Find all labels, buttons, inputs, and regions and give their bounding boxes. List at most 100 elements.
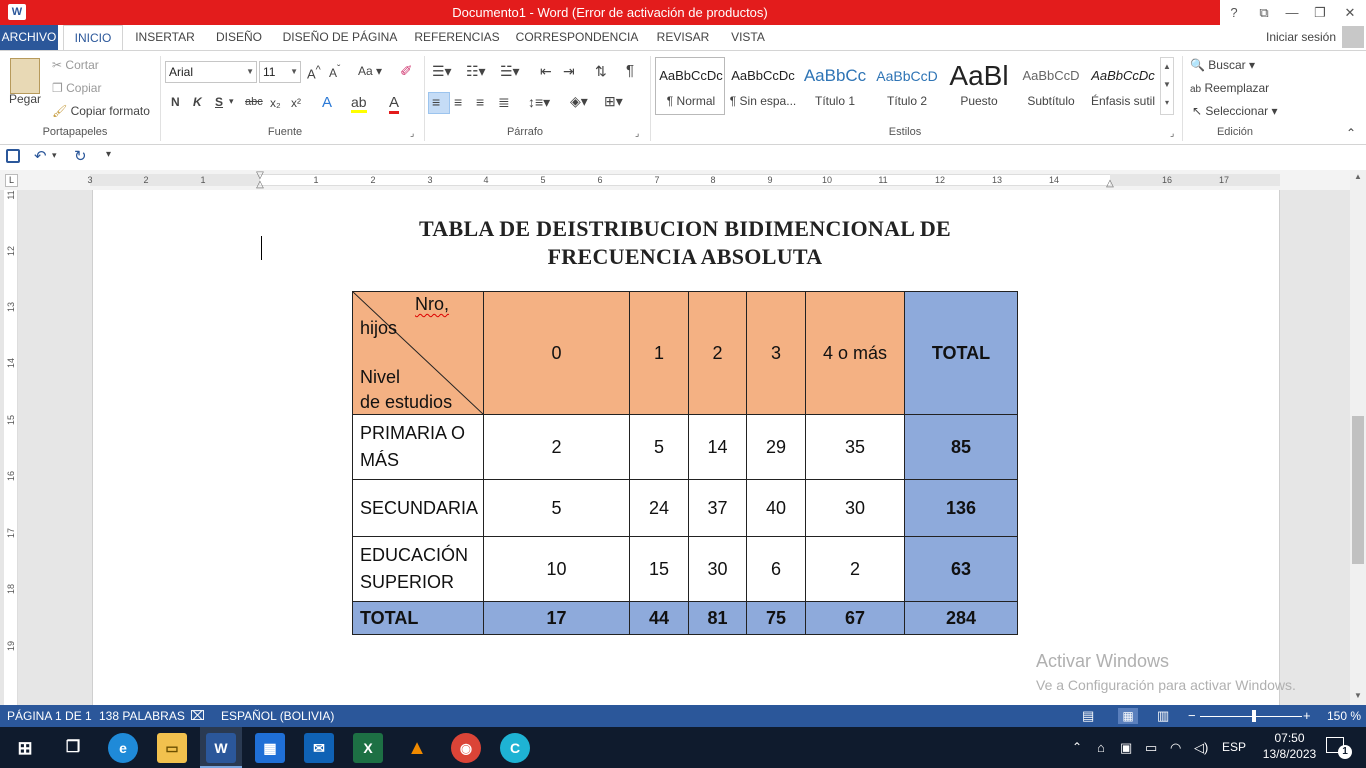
user-avatar-icon[interactable] <box>1342 26 1364 48</box>
task-view-icon[interactable]: ❐ <box>58 733 88 763</box>
total-cell[interactable]: 75 <box>746 601 806 635</box>
style-enfasis-sutil[interactable]: AaBbCcDc Énfasis sutil <box>1087 58 1159 114</box>
select-button[interactable]: ↖ Seleccionar ▾ <box>1192 104 1277 118</box>
grow-font-icon[interactable]: A^ <box>307 64 321 81</box>
tab-diseno-pagina[interactable]: DISEÑO DE PÁGINA <box>280 25 400 50</box>
close-button[interactable]: ✕ <box>1336 0 1364 25</box>
zoom-slider[interactable] <box>1200 716 1302 717</box>
style-subtitulo[interactable]: AaBbCcD Subtítulo <box>1015 58 1087 114</box>
text-effects-icon[interactable]: A <box>322 94 332 111</box>
table-cell[interactable]: 10 <box>483 536 630 602</box>
header-total-cell[interactable]: TOTAL <box>904 291 1018 415</box>
dialog-launcher-icon[interactable]: ⌟ <box>410 128 414 139</box>
file-explorer-icon[interactable]: ▭ <box>157 733 187 763</box>
grand-total-cell[interactable]: 284 <box>904 601 1018 635</box>
tray-device-icon[interactable]: ⌂ <box>1097 727 1105 768</box>
vlc-icon[interactable]: ▲ <box>402 733 432 763</box>
style-puesto[interactable]: AaBl Puesto <box>943 58 1015 114</box>
scroll-down-icon[interactable]: ▼ <box>1350 691 1366 703</box>
input-language[interactable]: ESP <box>1222 727 1246 768</box>
word-count[interactable]: 138 PALABRAS <box>99 705 185 727</box>
scrollbar-thumb[interactable] <box>1352 416 1364 564</box>
save-icon[interactable] <box>6 149 20 163</box>
help-button[interactable]: ? <box>1220 0 1248 25</box>
tab-insertar[interactable]: INSERTAR <box>130 25 200 50</box>
read-mode-icon[interactable]: ▤ <box>1082 705 1094 727</box>
header-cell[interactable]: 2 <box>688 291 747 415</box>
collapse-ribbon-icon[interactable]: ⌃ <box>1346 126 1356 140</box>
zoom-slider-thumb[interactable] <box>1252 710 1256 722</box>
frequency-table[interactable]: Nro, hijos Nivel de estudios 0 1 2 3 4 o… <box>352 291 1018 635</box>
header-cell[interactable]: 0 <box>483 291 630 415</box>
row-label-cell[interactable]: PRIMARIA O MÁS <box>352 414 484 480</box>
header-cell[interactable]: 4 o más <box>805 291 905 415</box>
borders-icon[interactable]: ⊞▾ <box>604 93 623 110</box>
tray-app-icon[interactable]: ▣ <box>1120 727 1132 768</box>
undo-icon[interactable]: ↶ <box>34 147 47 165</box>
total-row-label[interactable]: TOTAL <box>352 601 484 635</box>
row-total-cell[interactable]: 63 <box>904 536 1018 602</box>
style-titulo-1[interactable]: AaBbCc Título 1 <box>799 58 871 114</box>
paste-button[interactable]: Pegar <box>9 92 41 106</box>
change-case-icon[interactable]: Aa ▾ <box>358 64 382 78</box>
table-cell[interactable]: 35 <box>805 414 905 480</box>
bold-button[interactable]: N <box>171 95 180 109</box>
table-cell[interactable]: 29 <box>746 414 806 480</box>
decrease-indent-icon[interactable]: ⇤ <box>540 63 552 80</box>
shrink-font-icon[interactable]: Aˇ <box>329 64 340 80</box>
vertical-ruler[interactable] <box>4 190 18 705</box>
scroll-up-icon[interactable]: ▲ <box>1350 172 1366 184</box>
style-normal[interactable]: AaBbCcDc ¶ Normal <box>655 58 727 114</box>
zoom-in-icon[interactable]: + <box>1303 705 1311 727</box>
table-cell[interactable]: 2 <box>805 536 905 602</box>
tab-correspondencia[interactable]: CORRESPONDENCIA <box>513 25 641 50</box>
windows-start-icon[interactable]: ⊞ <box>10 733 40 763</box>
horizontal-ruler[interactable] <box>90 174 1280 186</box>
strikethrough-button[interactable]: abc <box>245 96 263 108</box>
row-label-cell[interactable]: EDUCACIÓN SUPERIOR <box>352 536 484 602</box>
numbering-icon[interactable]: ☷▾ <box>466 63 486 80</box>
volume-icon[interactable]: ◁) <box>1194 727 1208 768</box>
dialog-launcher-icon[interactable]: ⌟ <box>1170 128 1174 139</box>
increase-indent-icon[interactable]: ⇥ <box>563 63 575 80</box>
sort-icon[interactable]: ⇅ <box>595 63 607 80</box>
language-indicator[interactable]: ESPAÑOL (BOLIVIA) <box>221 705 334 727</box>
store-icon[interactable]: ▦ <box>255 733 285 763</box>
font-size-select[interactable]: 11 ▼ <box>259 61 301 83</box>
subscript-button[interactable]: x₂ <box>270 96 281 110</box>
tray-chevron-icon[interactable]: ⌃ <box>1072 727 1082 768</box>
chevron-down-icon[interactable]: ▾ <box>229 96 234 107</box>
table-cell[interactable]: 37 <box>688 479 747 537</box>
highlight-icon[interactable]: ab <box>351 94 367 113</box>
row-total-cell[interactable]: 85 <box>904 414 1018 480</box>
superscript-button[interactable]: x² <box>291 96 301 110</box>
tab-inicio[interactable]: INICIO <box>63 25 123 50</box>
clear-format-icon[interactable]: ✐ <box>400 62 413 80</box>
redo-icon[interactable]: ↻ <box>74 147 87 165</box>
shading-icon[interactable]: ◈▾ <box>570 93 588 110</box>
table-cell[interactable]: 6 <box>746 536 806 602</box>
header-cell[interactable]: 3 <box>746 291 806 415</box>
zoom-out-icon[interactable]: − <box>1188 705 1196 727</box>
edge-icon[interactable]: e <box>108 733 138 763</box>
font-name-select[interactable]: Arial ▼ <box>165 61 257 83</box>
minimize-button[interactable]: — <box>1278 0 1306 25</box>
dialog-launcher-icon[interactable]: ⌟ <box>635 128 639 139</box>
table-cell[interactable]: 14 <box>688 414 747 480</box>
table-cell[interactable]: 30 <box>805 479 905 537</box>
print-layout-icon[interactable]: ▦ <box>1118 708 1138 724</box>
table-cell[interactable]: 15 <box>629 536 689 602</box>
align-center-icon[interactable]: ≡ <box>454 94 462 110</box>
format-painter-button[interactable]: 🖌 Copiar formato <box>52 104 150 118</box>
maximize-button[interactable]: ❐ <box>1306 0 1334 25</box>
tab-archivo[interactable]: ARCHIVO <box>0 25 58 50</box>
bullets-icon[interactable]: ☰▾ <box>432 63 452 80</box>
style-titulo-2[interactable]: AaBbCcD Título 2 <box>871 58 943 114</box>
total-cell[interactable]: 44 <box>629 601 689 635</box>
font-color-icon[interactable]: A <box>389 94 400 114</box>
total-cell[interactable]: 17 <box>483 601 630 635</box>
clock[interactable]: 07:50 13/8/2023 <box>1262 730 1317 762</box>
sign-in-link[interactable]: Iniciar sesión <box>1262 25 1340 50</box>
tab-revisar[interactable]: REVISAR <box>650 25 716 50</box>
find-button[interactable]: 🔍 Buscar ▾ <box>1190 58 1255 72</box>
